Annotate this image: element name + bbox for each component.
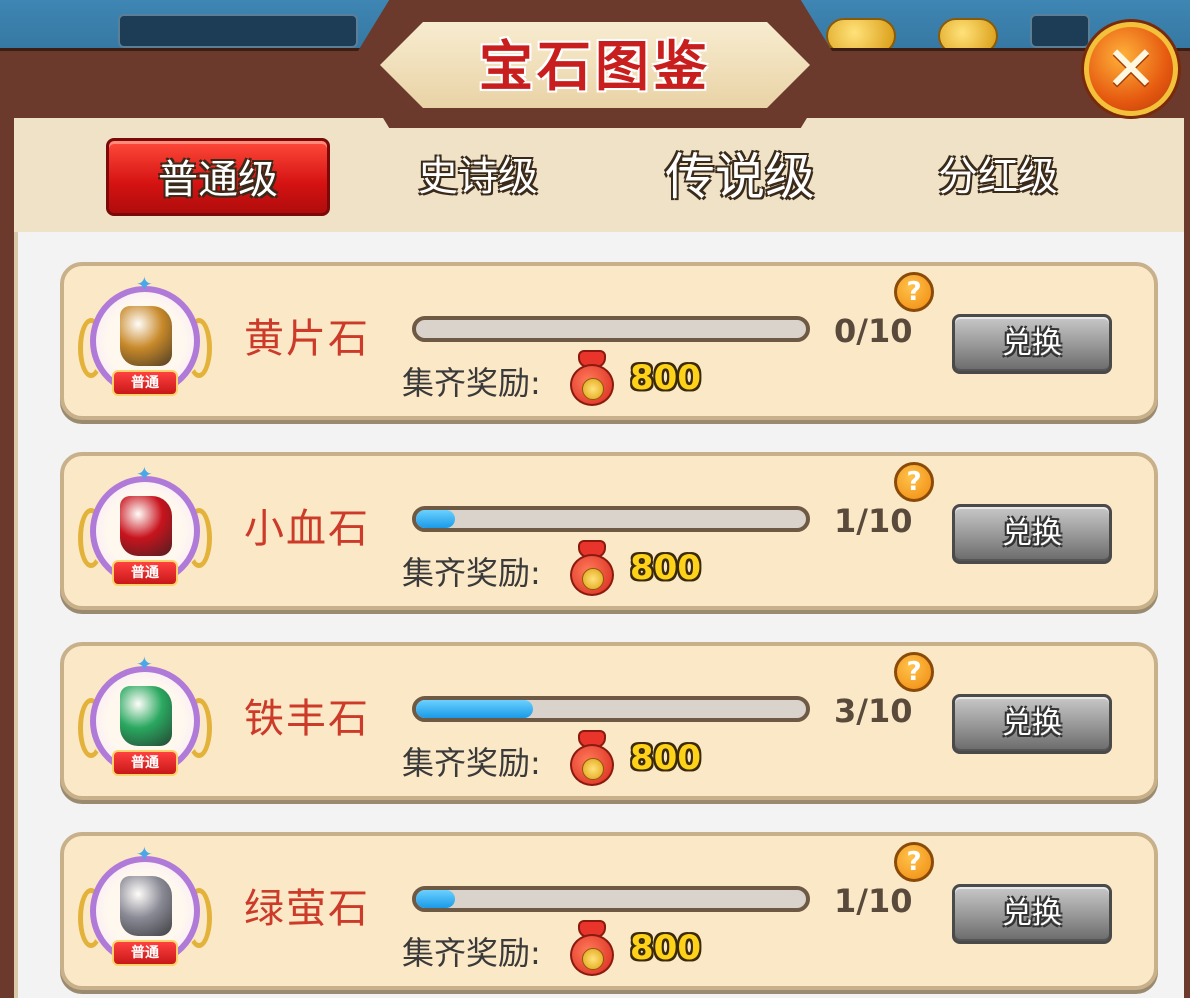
rarity-ribbon: 普通 <box>112 560 178 586</box>
gem-name: 铁丰石 <box>244 696 370 742</box>
background-resource-slot <box>1030 14 1090 48</box>
gem-name: 黄片石 <box>244 316 370 362</box>
tab-normal[interactable]: 普通级 <box>106 138 330 216</box>
tab-epic[interactable]: 史诗级 <box>388 138 568 216</box>
star-icon: ✦ <box>136 652 153 676</box>
gem-badge: ✦ 普通 <box>78 652 212 784</box>
close-icon: ✕ <box>1105 32 1157 105</box>
star-icon: ✦ <box>136 462 153 486</box>
reward-label: 集齐奖励: <box>402 934 541 972</box>
gem-card: ✦ 普通 黄片石 0/10 集齐奖励: 800 ? 兑换 <box>60 262 1158 420</box>
collection-progress-bar <box>412 886 810 912</box>
collection-count: 1/10 <box>834 882 913 920</box>
rarity-ribbon: 普通 <box>112 370 178 396</box>
gem-badge: ✦ 普通 <box>78 272 212 404</box>
tab-dividend[interactable]: 分红级 <box>908 138 1088 216</box>
gem-card: ✦ 普通 绿萤石 1/10 集齐奖励: 800 ? 兑换 <box>60 832 1158 990</box>
gem-card: ✦ 普通 铁丰石 3/10 集齐奖励: 800 ? 兑换 <box>60 642 1158 800</box>
progress-fill <box>416 510 455 528</box>
reward-label: 集齐奖励: <box>402 744 541 782</box>
dialog-title: 宝石图鉴 <box>479 34 711 98</box>
gem-badge: ✦ 普通 <box>78 462 212 594</box>
reward-label: 集齐奖励: <box>402 554 541 592</box>
collection-count: 3/10 <box>834 692 913 730</box>
progress-fill <box>416 700 533 718</box>
exchange-button[interactable]: 兑换 <box>952 504 1112 564</box>
reward-amount: 800 <box>630 358 701 398</box>
rarity-ribbon: 普通 <box>112 940 178 966</box>
reward-amount: 800 <box>630 738 701 778</box>
collection-progress-bar <box>412 316 810 342</box>
reward-bag-icon <box>566 730 618 788</box>
gem-card: ✦ 普通 小血石 1/10 集齐奖励: 800 ? 兑换 <box>60 452 1158 610</box>
exchange-button[interactable]: 兑换 <box>952 884 1112 944</box>
gem-icon <box>120 496 172 556</box>
star-icon: ✦ <box>136 842 153 866</box>
close-button[interactable]: ✕ <box>1084 22 1178 116</box>
collection-count: 1/10 <box>834 502 913 540</box>
reward-bag-icon <box>566 920 618 978</box>
gem-icon <box>120 876 172 936</box>
collection-progress-bar <box>412 696 810 722</box>
exchange-button[interactable]: 兑换 <box>952 314 1112 374</box>
help-button[interactable]: ? <box>894 652 934 692</box>
collection-count: 0/10 <box>834 312 913 350</box>
progress-fill <box>416 890 455 908</box>
star-icon: ✦ <box>136 272 153 296</box>
reward-label: 集齐奖励: <box>402 364 541 402</box>
reward-bag-icon <box>566 350 618 408</box>
help-button[interactable]: ? <box>894 842 934 882</box>
gem-name: 绿萤石 <box>244 886 370 932</box>
help-button[interactable]: ? <box>894 462 934 502</box>
gem-icon <box>120 686 172 746</box>
help-button[interactable]: ? <box>894 272 934 312</box>
reward-amount: 800 <box>630 928 701 968</box>
gem-badge: ✦ 普通 <box>78 842 212 974</box>
reward-amount: 800 <box>630 548 701 588</box>
reward-bag-icon <box>566 540 618 598</box>
exchange-button[interactable]: 兑换 <box>952 694 1112 754</box>
gem-icon <box>120 306 172 366</box>
background-resource-slot <box>118 14 358 48</box>
tab-legendary[interactable]: 传说级 <box>650 138 830 216</box>
collection-progress-bar <box>412 506 810 532</box>
gem-name: 小血石 <box>244 506 370 552</box>
rarity-ribbon: 普通 <box>112 750 178 776</box>
